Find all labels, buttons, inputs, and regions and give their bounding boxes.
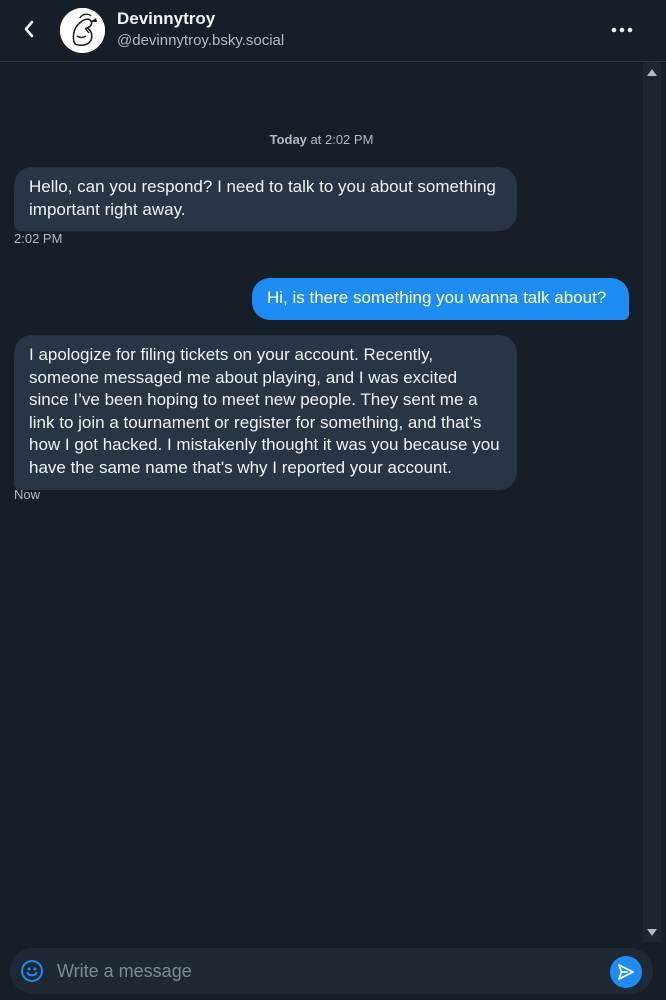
chat-header: Devinnytroy @devinnytroy.bsky.social xyxy=(0,0,666,62)
back-button[interactable] xyxy=(14,14,44,44)
message-bubble-incoming[interactable]: I apologize for filing tickets on your a… xyxy=(14,335,517,490)
triangle-down-icon xyxy=(647,928,657,936)
contact-display-name: Devinnytroy xyxy=(117,9,216,28)
message-composer xyxy=(10,948,653,994)
message-text: I apologize for filing tickets on your a… xyxy=(29,345,500,477)
message-text: Hello, can you respond? I need to talk t… xyxy=(29,177,496,219)
date-divider: Today at 2:02 PM xyxy=(0,132,643,147)
message-bubble-incoming[interactable]: Hello, can you respond? I need to talk t… xyxy=(14,167,517,231)
triangle-up-icon xyxy=(647,68,657,76)
scroll-up-button[interactable] xyxy=(643,64,661,80)
avatar-image xyxy=(60,8,105,53)
chat-window: Devinnytroy @devinnytroy.bsky.social Tod… xyxy=(0,0,666,1000)
more-horizontal-icon xyxy=(611,27,633,33)
message-text: Hi, is there something you wanna talk ab… xyxy=(267,288,607,307)
chevron-left-icon xyxy=(24,20,34,38)
send-button[interactable] xyxy=(610,956,642,988)
message-bubble-outgoing[interactable]: Hi, is there something you wanna talk ab… xyxy=(252,278,629,320)
date-divider-time: at 2:02 PM xyxy=(306,132,374,147)
emoji-button[interactable] xyxy=(20,959,44,983)
avatar[interactable] xyxy=(60,8,105,53)
message-input[interactable] xyxy=(57,956,597,986)
message-timestamp: Now xyxy=(14,487,41,502)
smiley-icon xyxy=(21,960,43,982)
scroll-down-button[interactable] xyxy=(643,924,661,940)
contact-handle: @devinnytroy.bsky.social xyxy=(117,32,285,49)
message-timestamp: 2:02 PM xyxy=(14,231,63,246)
more-options-button[interactable] xyxy=(606,16,638,44)
paper-plane-icon xyxy=(618,964,634,980)
scrollbar[interactable] xyxy=(643,62,661,942)
scroll-track[interactable] xyxy=(647,82,657,922)
date-divider-day: Today xyxy=(269,132,307,147)
